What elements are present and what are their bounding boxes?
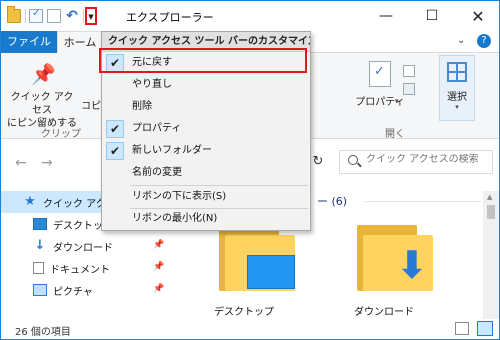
folder-tile-desktop[interactable] (219, 225, 295, 291)
download-icon: ⬇ (396, 243, 428, 287)
pin-to-quick-access-button[interactable]: 📌 クイック アクセス にピン留めする (7, 59, 77, 130)
clipboard-group-label: クリップ (41, 129, 81, 140)
close-button[interactable]: ✕ (455, 1, 499, 31)
toolbar-divider (83, 9, 84, 23)
scroll-thumb[interactable] (487, 205, 495, 219)
menu-item-minimize-ribbon[interactable]: リボンの最小化(N) (102, 208, 310, 230)
pictures-icon (33, 284, 47, 296)
title-bar: ↶ ▼ エクスプローラー — ☐ ✕ (1, 1, 499, 31)
maximize-button[interactable]: ☐ (409, 1, 455, 31)
pin-icon: 📌 (31, 62, 56, 86)
new-folder-qat-icon[interactable] (47, 9, 61, 23)
select-button[interactable]: 選択 ▾ (439, 55, 475, 121)
menu-item-label: プロパティ (132, 123, 182, 134)
search-box[interactable] (339, 150, 493, 174)
scroll-up-icon[interactable]: ▲ (487, 193, 492, 201)
nav-item-label: ピクチャ (53, 286, 93, 298)
pin-icon: 📌 (153, 262, 165, 272)
download-icon: ↓ (34, 238, 46, 253)
open-group-label: 開く (385, 129, 405, 140)
undo-highlight-frame (99, 48, 307, 73)
desktop-icon (247, 255, 295, 289)
menu-item-label: 削除 (132, 101, 152, 112)
menu-item-label: リボンの最小化(N) (132, 213, 218, 224)
quick-access-toolbar: ↶ ▼ (7, 6, 97, 25)
tab-home[interactable]: ホーム (57, 31, 103, 53)
collapse-ribbon-icon[interactable]: ⌄ (457, 35, 465, 46)
chevron-down-icon: ▼ (88, 12, 94, 21)
nav-item-label: ドキュメント (50, 264, 110, 276)
menu-item-new-folder[interactable]: ✔ 新しいフォルダー (102, 140, 310, 162)
menu-item-label: 新しいフォルダー (132, 145, 212, 156)
help-icon[interactable]: ? (477, 34, 491, 48)
folder-caption[interactable]: ダウンロード (329, 303, 439, 318)
properties-icon (369, 61, 391, 87)
menu-item-label: 名前の変更 (132, 167, 182, 178)
menu-item-show-below-ribbon[interactable]: リボンの下に表示(S) (102, 186, 310, 208)
search-icon (348, 155, 358, 165)
item-count: 26 個の項目 (15, 327, 71, 338)
nav-item-pictures[interactable]: ピクチャ 📌 (1, 279, 173, 301)
customize-qat-dropdown-button[interactable]: ▼ (85, 7, 97, 25)
nav-item-downloads[interactable]: ↓ ダウンロード 📌 (1, 235, 173, 257)
explorer-window: ↶ ▼ エクスプローラー — ☐ ✕ ファイル ホーム ⌄ ? 📌 クイック ア… (0, 0, 500, 340)
pin-icon: 📌 (153, 240, 165, 250)
window-title: エクスプローラー (126, 11, 214, 24)
vertical-scrollbar[interactable]: ▲ (483, 191, 499, 319)
pin-icon: 📌 (153, 284, 165, 294)
large-icons-view-icon[interactable] (477, 321, 493, 336)
menu-item-label: リボンの下に表示(S) (132, 191, 227, 202)
undo-qat-icon[interactable]: ↶ (65, 9, 79, 23)
menu-item-rename[interactable]: 名前の変更 (102, 162, 310, 184)
folder-tile-downloads[interactable]: ⬇ (357, 225, 433, 291)
menu-item-label: やり直し (132, 79, 172, 90)
toolbar-divider (25, 9, 26, 23)
check-icon: ✔ (106, 142, 124, 160)
properties-caret-icon[interactable]: ▾ (395, 97, 399, 105)
nav-item-label: ダウンロード (53, 242, 113, 254)
select-label: 選択 (447, 92, 467, 103)
desktop-icon (33, 218, 47, 230)
back-button[interactable]: ← (15, 155, 27, 171)
minimize-button[interactable]: — (363, 1, 409, 31)
status-bar: 26 個の項目 (1, 319, 499, 339)
details-view-icon[interactable] (455, 322, 469, 335)
folder-caption[interactable]: デスクトップ (189, 303, 299, 318)
select-grid-icon (447, 62, 467, 82)
forward-button[interactable]: → (41, 155, 53, 171)
nav-item-documents[interactable]: ドキュメント 📌 (1, 257, 173, 279)
properties-qat-icon[interactable] (29, 8, 43, 23)
menu-item-delete[interactable]: 削除 (102, 96, 310, 118)
tab-file[interactable]: ファイル (1, 31, 57, 53)
menu-item-redo[interactable]: やり直し (102, 74, 310, 96)
check-icon: ✔ (106, 120, 124, 138)
menu-item-properties[interactable]: ✔ プロパティ (102, 118, 310, 140)
open-icon[interactable] (403, 65, 415, 77)
documents-icon (33, 262, 44, 274)
folder-icon (7, 6, 21, 23)
star-icon: ★ (24, 194, 36, 209)
chevron-down-icon: ▾ (455, 103, 459, 111)
group-header[interactable]: ー (6) (317, 193, 347, 209)
search-input[interactable] (366, 154, 490, 165)
edit-icon[interactable] (403, 83, 415, 95)
group-divider (365, 201, 481, 202)
